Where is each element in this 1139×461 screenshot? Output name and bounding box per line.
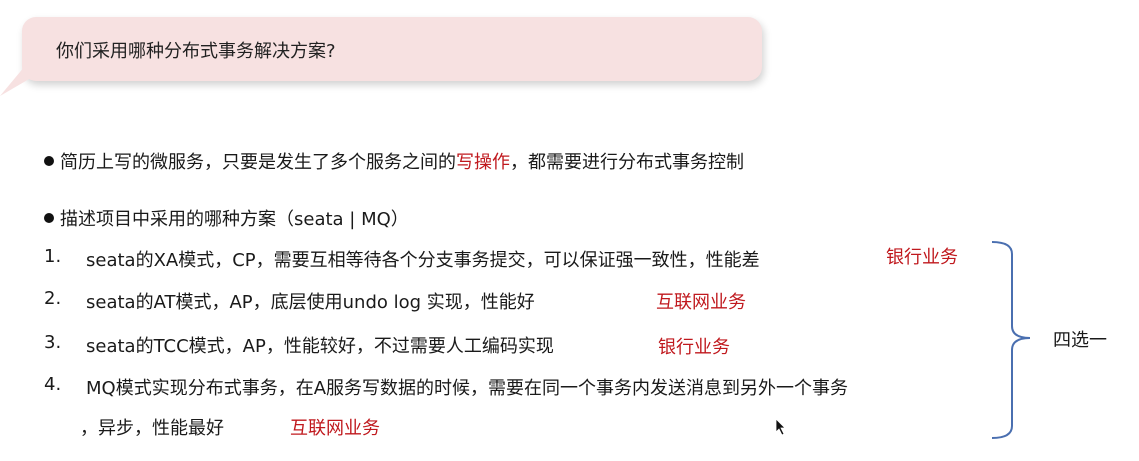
- bubble-tail: [0, 60, 48, 96]
- bullet-dot: [44, 213, 54, 223]
- item-2-number: 2.: [44, 288, 62, 309]
- bullet-1-highlight: 写操作: [456, 152, 510, 173]
- choice-label: 四选一: [1053, 330, 1107, 351]
- item-4-tag: 互联网业务: [290, 418, 380, 439]
- item-1-tag: 银行业务: [886, 247, 958, 268]
- item-2-text: seata的AT模式，AP，底层使用undo log 实现，性能好: [86, 292, 535, 313]
- item-3-tag: 银行业务: [658, 337, 730, 358]
- item-1-number: 1.: [44, 246, 62, 267]
- mouse-cursor-icon: [775, 418, 786, 436]
- question-text: 你们采用哪种分布式事务解决方案?: [56, 41, 336, 62]
- bullet-1-before: 简历上写的微服务，只要是发生了多个服务之间的: [60, 152, 456, 173]
- right-brace: [991, 241, 1031, 439]
- item-2-tag: 互联网业务: [656, 292, 746, 313]
- item-1-text: seata的XA模式，CP，需要互相等待各个分支事务提交，可以保证强一致性，性能…: [86, 250, 760, 271]
- bullet-2: 描述项目中采用的哪种方案（seata | MQ）: [44, 205, 409, 231]
- item-4-text-continued: ，异步，性能最好: [80, 418, 224, 439]
- bullet-1-after: ，都需要进行分布式事务控制: [510, 152, 744, 173]
- question-bubble: 你们采用哪种分布式事务解决方案?: [22, 17, 762, 81]
- bullet-dot: [44, 156, 54, 166]
- item-4-number: 4.: [44, 374, 62, 395]
- bullet-2-text: 描述项目中采用的哪种方案（seata | MQ）: [60, 209, 409, 230]
- item-4-text: MQ模式实现分布式事务，在A服务写数据的时候，需要在同一个事务内发送消息到另外一…: [86, 378, 849, 399]
- bullet-1: 简历上写的微服务，只要是发生了多个服务之间的写操作，都需要进行分布式事务控制: [44, 148, 744, 174]
- item-3-number: 3.: [44, 332, 62, 353]
- item-3-text: seata的TCC模式，AP，性能较好，不过需要人工编码实现: [86, 336, 554, 357]
